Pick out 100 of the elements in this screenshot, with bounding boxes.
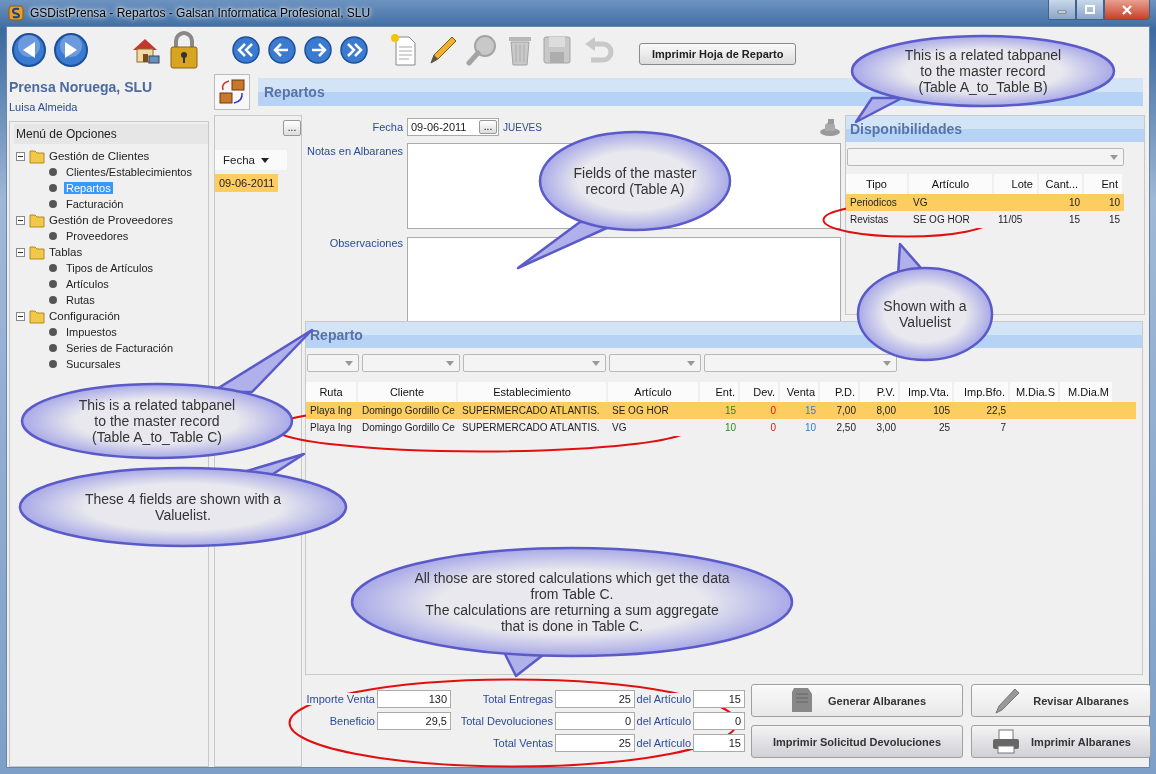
column-header[interactable]: P.V. (860, 382, 900, 402)
maximize-button[interactable] (1076, 0, 1104, 20)
field-label: del Artículo (635, 737, 693, 749)
column-header[interactable]: Imp.Bfo. (954, 382, 1010, 402)
window-title: GSDistPrensa - Repartos - Galsan Informatica Profesional, SLU (30, 6, 371, 20)
menu-group[interactable]: Configuración (49, 310, 120, 322)
bullet-icon (48, 295, 58, 305)
field-label: del Artículo (635, 693, 693, 705)
folder-icon (29, 148, 45, 164)
value-field[interactable]: 0 (693, 712, 745, 730)
print-button[interactable]: Imprimir Hoja de Reparto (639, 43, 797, 65)
bullet-icon (48, 359, 58, 369)
observations-field[interactable] (407, 237, 841, 323)
printer-icon (991, 726, 1022, 757)
action-button[interactable]: Imprimir Solicitud Devoluciones (751, 725, 963, 758)
column-header[interactable]: Establecimiento (458, 382, 608, 402)
minimize-button[interactable] (1048, 0, 1076, 20)
callout-text: All those are stored calculations which get the data from Table C. The calculations are returning a sum aggregate that is done in Table C. (414, 569, 730, 635)
column-header[interactable]: Ruta (306, 382, 358, 402)
menu-item[interactable]: Series de Facturación (64, 342, 175, 354)
column-header[interactable]: Cant... (1039, 174, 1084, 194)
action-button[interactable]: Imprimir Albaranes (971, 725, 1151, 758)
value-field[interactable]: 0 (555, 712, 635, 730)
callout-text: Fields of the master record (Table A) (573, 164, 697, 198)
close-icon (1121, 4, 1133, 15)
collapse-icon[interactable] (16, 311, 25, 321)
menu-item[interactable]: Facturación (64, 198, 126, 210)
collapse-icon[interactable] (16, 247, 25, 257)
menu-item[interactable]: Proveedores (64, 230, 131, 242)
menu-item[interactable]: Artículos (64, 278, 111, 290)
bullet-icon (48, 343, 58, 353)
dropdown-caret-icon (592, 360, 600, 366)
back-icon[interactable] (11, 32, 47, 68)
collapse-icon[interactable] (16, 215, 25, 225)
menu-group[interactable]: Gestión de Clientes (49, 150, 150, 162)
callout-text: These 4 fields are shown with a Valuelist. (84, 490, 282, 524)
boxes-arrows-icon (217, 77, 247, 107)
record-row[interactable]: 09-06-2011 (215, 174, 279, 192)
table-cell: Domingo Gordillo Ce (358, 402, 458, 419)
collapse-icon[interactable] (16, 151, 25, 161)
callout-text: This is a related tabpanel to the master record (Table A_to_Table B) (904, 46, 1062, 96)
column-header[interactable]: Lote (994, 174, 1039, 194)
column-header[interactable]: Artículo (608, 382, 700, 402)
bullet-icon (48, 327, 58, 337)
value-field[interactable]: 130 (377, 690, 451, 708)
maximize-icon (1084, 4, 1096, 15)
value-field[interactable]: 25 (555, 690, 635, 708)
form-icon-button[interactable] (214, 74, 250, 110)
value-field[interactable]: 15 (693, 734, 745, 752)
forward-icon[interactable] (53, 32, 89, 68)
column-header[interactable]: M.Dia.M (1060, 382, 1114, 402)
action-button[interactable]: Revisar Albaranes (971, 684, 1151, 717)
sort-caret-icon[interactable] (260, 157, 269, 163)
menu-group[interactable]: Tablas (49, 246, 83, 258)
column-header[interactable]: Artículo (909, 174, 994, 194)
menu-item[interactable]: Rutas (64, 294, 97, 306)
column-header[interactable]: Cliente (358, 382, 458, 402)
field-label: Observaciones (328, 236, 404, 249)
padlock-icon[interactable] (167, 30, 201, 70)
date-picker-button[interactable]: ... (479, 120, 497, 134)
date-field[interactable]: 09-06-2011 ... (407, 118, 499, 136)
bullet-icon (48, 183, 58, 193)
column-header[interactable]: Dev. (740, 382, 780, 402)
column-header[interactable]: Ent (1084, 174, 1124, 194)
folder-icon (29, 308, 45, 324)
value-field[interactable]: 25 (555, 734, 635, 752)
folder-icon (29, 244, 45, 260)
table-row[interactable]: Playa Ing Domingo Gordillo Ce SUPERMERCADO ATLANTIS. SE OG HOR 15 0 15 7,00 8,00 105 22,5 (306, 402, 1136, 419)
more-button[interactable]: ... (283, 120, 301, 136)
company-name: Prensa Noruega, SLU (9, 79, 154, 95)
field-label: del Artículo (635, 715, 693, 727)
column-header[interactable]: P.D. (820, 382, 860, 402)
user-name: Luisa Almeida (9, 101, 79, 113)
bullet-icon (48, 263, 58, 273)
column-header[interactable]: M.Dia.S (1010, 382, 1060, 402)
menu-title: Menú de Opciones (14, 124, 208, 144)
menu-item[interactable]: Clientes/Establecimientos (64, 166, 194, 178)
menu-item[interactable]: Tipos de Artículos (64, 262, 156, 274)
column-header[interactable]: Imp.Vta. (900, 382, 954, 402)
app-icon (8, 5, 24, 21)
weekday-label: JUEVES (503, 121, 542, 133)
dropdown-caret-icon (446, 360, 454, 366)
bullet-icon (48, 231, 58, 241)
close-button[interactable] (1104, 0, 1150, 20)
dropdown-caret-icon (687, 360, 695, 366)
bullet-icon (48, 279, 58, 289)
column-header[interactable]: Venta (780, 382, 820, 402)
folder-icon (29, 212, 45, 228)
action-button[interactable]: Generar Albaranes (751, 684, 963, 717)
field-label: Notas en Albaranes (306, 144, 404, 157)
column-header[interactable]: Tipo (846, 174, 909, 194)
menu-item[interactable]: Impuestos (64, 326, 119, 338)
panel-title-bar: Disponibilidades (846, 116, 1144, 142)
menu-group[interactable]: Gestión de Proveedores (49, 214, 174, 226)
menu-item[interactable]: Sucursales (64, 358, 123, 370)
value-field[interactable]: 29,5 (377, 712, 451, 730)
column-header[interactable]: Ent. (700, 382, 740, 402)
value-field[interactable]: 15 (693, 690, 745, 708)
callout-text: This is a related tabpanel to the master record (Table A_to_Table C) (78, 396, 236, 446)
bullet-icon (48, 167, 58, 177)
